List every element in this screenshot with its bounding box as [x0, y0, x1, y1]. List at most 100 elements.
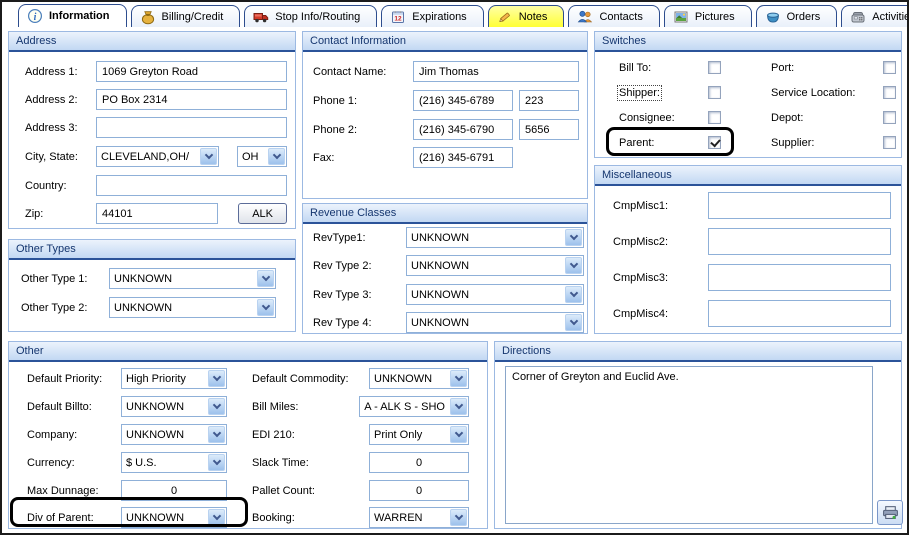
- dropdown-arrow-icon[interactable]: [257, 270, 274, 287]
- slack-time-input[interactable]: 0: [369, 452, 469, 473]
- revtype4-combo[interactable]: UNKNOWN: [406, 312, 584, 333]
- tab-label: Pictures: [695, 11, 735, 23]
- default-billto-combo[interactable]: UNKNOWN: [121, 396, 227, 417]
- dropdown-arrow-icon[interactable]: [208, 370, 225, 387]
- other-type2-combo-value: UNKNOWN: [110, 298, 256, 317]
- dropdown-arrow-icon[interactable]: [565, 314, 582, 331]
- dropdown-arrow-icon[interactable]: [450, 509, 467, 526]
- other-type1-row: Other Type 1: UNKNOWN: [21, 268, 276, 289]
- div-of-parent-combo[interactable]: UNKNOWN: [121, 507, 227, 528]
- cmpmisc1-input[interactable]: [708, 192, 891, 219]
- edi-210-combo[interactable]: Print Only: [369, 424, 469, 445]
- dropdown-arrow-icon[interactable]: [565, 257, 582, 274]
- consignee-checkbox[interactable]: [708, 111, 721, 124]
- supplier-checkbox[interactable]: [883, 136, 896, 149]
- address2-input[interactable]: PO Box 2314: [96, 89, 287, 110]
- other-type1-combo[interactable]: UNKNOWN: [109, 268, 276, 289]
- city-combo[interactable]: CLEVELAND,OH/: [96, 146, 219, 167]
- country-input[interactable]: [96, 175, 287, 196]
- company-combo-value: UNKNOWN: [122, 425, 207, 444]
- tab-billing-credit[interactable]: Billing/Credit: [131, 5, 241, 27]
- tab-notes[interactable]: Notes: [488, 5, 565, 27]
- picture-icon: [673, 9, 689, 25]
- dropdown-arrow-icon[interactable]: [268, 148, 285, 165]
- zip-input[interactable]: 44101: [96, 203, 218, 224]
- tab-contacts[interactable]: Contacts: [568, 5, 659, 27]
- other-group: Other Default Priority: High Priority De…: [8, 341, 488, 529]
- cmpmisc4-label: CmpMisc4:: [613, 308, 708, 320]
- revtype2-combo[interactable]: UNKNOWN: [406, 255, 584, 276]
- dropdown-arrow-icon[interactable]: [565, 229, 582, 246]
- tab-orders[interactable]: Orders: [756, 5, 838, 27]
- dropdown-arrow-icon[interactable]: [208, 398, 225, 415]
- cmpmisc2-input[interactable]: [708, 228, 891, 255]
- dropdown-arrow-icon[interactable]: [208, 454, 225, 471]
- directions-textarea[interactable]: Corner of Greyton and Euclid Ave.: [505, 366, 873, 524]
- tab-label: Stop Info/Routing: [275, 11, 360, 23]
- tab-label: Information: [49, 10, 110, 22]
- company-combo[interactable]: UNKNOWN: [121, 424, 227, 445]
- revtype1-combo[interactable]: UNKNOWN: [406, 227, 584, 248]
- pallet-count-input[interactable]: 0: [369, 480, 469, 501]
- pallet-count-label: Pallet Count:: [252, 485, 369, 497]
- tab-expirations[interactable]: 12 Expirations: [381, 5, 483, 27]
- phone2-label: Phone 2:: [313, 124, 413, 136]
- dropdown-arrow-icon[interactable]: [257, 299, 274, 316]
- depot-switch-label: Depot:: [771, 112, 883, 124]
- revtype2-combo-value: UNKNOWN: [407, 256, 564, 275]
- dropdown-arrow-icon[interactable]: [450, 398, 467, 415]
- revtype4-row: Rev Type 4: UNKNOWN: [313, 312, 584, 333]
- bill-miles-combo[interactable]: A - ALK S - SHO: [359, 396, 469, 417]
- phone1-input[interactable]: (216) 345-6789: [413, 90, 513, 111]
- tab-information[interactable]: i Information: [18, 4, 127, 27]
- dropdown-arrow-icon[interactable]: [208, 426, 225, 443]
- contact-name-input[interactable]: Jim Thomas: [413, 61, 579, 82]
- tab-activities[interactable]: Activities: [841, 5, 909, 27]
- default-commodity-combo[interactable]: UNKNOWN: [369, 368, 469, 389]
- other-type2-combo[interactable]: UNKNOWN: [109, 297, 276, 318]
- currency-combo[interactable]: $ U.S.: [121, 452, 227, 473]
- phone1-row: Phone 1: (216) 345-6789 223: [313, 90, 579, 111]
- address2-label: Address 2:: [25, 94, 96, 106]
- address3-input[interactable]: [96, 117, 287, 138]
- max-dunnage-input[interactable]: 0: [121, 480, 227, 501]
- tab-pictures[interactable]: Pictures: [664, 5, 752, 27]
- service-location-checkbox[interactable]: [883, 86, 896, 99]
- miscellaneous-group: Miscellaneous CmpMisc1: CmpMisc2: CmpMis…: [594, 165, 902, 334]
- dropdown-arrow-icon[interactable]: [565, 286, 582, 303]
- shipper-checkbox[interactable]: [708, 86, 721, 99]
- tab-bar: i Information Billing/Credit Stop Info/R…: [2, 2, 907, 27]
- port-checkbox[interactable]: [883, 61, 896, 74]
- phone-icon: [850, 9, 866, 25]
- dropdown-arrow-icon[interactable]: [450, 370, 467, 387]
- revtype2-row: Rev Type 2: UNKNOWN: [313, 255, 584, 276]
- revtype3-row: Rev Type 3: UNKNOWN: [313, 284, 584, 305]
- tab-label: Contacts: [599, 11, 642, 23]
- dropdown-arrow-icon[interactable]: [208, 509, 225, 526]
- state-combo[interactable]: OH: [237, 146, 287, 167]
- address1-input[interactable]: 1069 Greyton Road: [96, 61, 287, 82]
- contact-name-label: Contact Name:: [313, 66, 413, 78]
- tab-label: Billing/Credit: [162, 11, 224, 23]
- dropdown-arrow-icon[interactable]: [200, 148, 217, 165]
- revtype3-combo[interactable]: UNKNOWN: [406, 284, 584, 305]
- phone2-input[interactable]: (216) 345-6790: [413, 119, 513, 140]
- tab-stop-info-routing[interactable]: Stop Info/Routing: [244, 5, 377, 27]
- fax-input[interactable]: (216) 345-6791: [413, 147, 513, 168]
- pallet-count-row: Pallet Count: 0: [252, 480, 469, 501]
- booking-combo[interactable]: WARREN: [369, 507, 469, 528]
- default-priority-combo[interactable]: High Priority: [121, 368, 227, 389]
- cmpmisc4-input[interactable]: [708, 300, 891, 327]
- cmpmisc3-input[interactable]: [708, 264, 891, 291]
- cmpmisc3-label: CmpMisc3:: [613, 272, 708, 284]
- alk-button[interactable]: ALK: [238, 203, 287, 224]
- parent-checkbox[interactable]: [708, 136, 721, 149]
- cmpmisc1-row: CmpMisc1:: [613, 192, 891, 219]
- phone1-ext-input[interactable]: 223: [519, 90, 579, 111]
- company-information-window: i Information Billing/Credit Stop Info/R…: [0, 0, 909, 535]
- depot-checkbox[interactable]: [883, 111, 896, 124]
- dropdown-arrow-icon[interactable]: [450, 426, 467, 443]
- print-button[interactable]: [877, 500, 903, 525]
- phone2-ext-input[interactable]: 5656: [519, 119, 579, 140]
- billto-checkbox[interactable]: [708, 61, 721, 74]
